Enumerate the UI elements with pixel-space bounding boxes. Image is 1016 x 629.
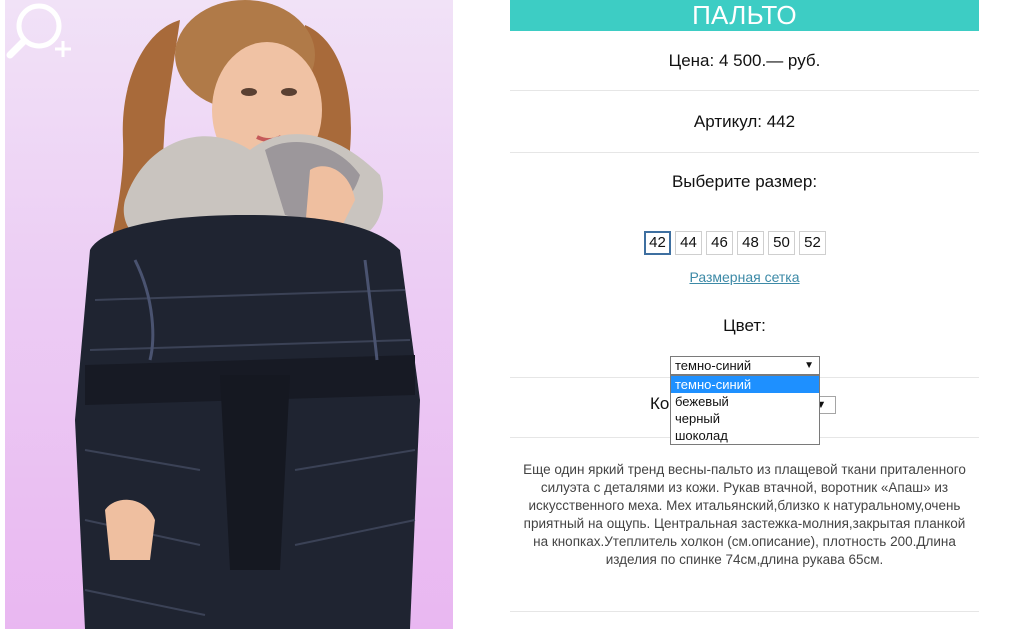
zoom-in-icon[interactable] bbox=[5, 0, 77, 62]
price: Цена: 4 500.— руб. bbox=[510, 31, 979, 91]
size-option-46[interactable]: 46 bbox=[706, 231, 733, 255]
color-title: Цвет: bbox=[723, 316, 766, 335]
color-option-dark-blue[interactable]: темно-синий bbox=[671, 376, 819, 393]
coat-illustration bbox=[75, 0, 420, 629]
product-details: ПАЛЬТО Цена: 4 500.— руб. Артикул: 442 В… bbox=[510, 0, 979, 629]
product-photo[interactable] bbox=[5, 0, 453, 629]
sku: Артикул: 442 bbox=[510, 91, 979, 153]
color-select-value: темно-синий bbox=[675, 358, 752, 373]
color-select[interactable]: темно-синий ▼ bbox=[670, 356, 820, 375]
size-option-50[interactable]: 50 bbox=[768, 231, 795, 255]
size-option-48[interactable]: 48 bbox=[737, 231, 764, 255]
size-option-52[interactable]: 52 bbox=[799, 231, 826, 255]
product-title: ПАЛЬТО bbox=[510, 0, 979, 31]
size-chart-link[interactable]: Размерная сетка bbox=[510, 269, 979, 285]
size-option-42[interactable]: 42 bbox=[644, 231, 671, 255]
color-option-chocolate[interactable]: шоколад bbox=[671, 427, 819, 444]
size-title: Выберите размер: bbox=[671, 172, 818, 191]
dropdown-arrow-icon: ▼ bbox=[804, 360, 814, 371]
product-description: Еще один яркий тренд весны-пальто из пла… bbox=[523, 462, 966, 567]
size-option-44[interactable]: 44 bbox=[675, 231, 702, 255]
color-option-black[interactable]: черный bbox=[671, 410, 819, 427]
color-dropdown-list: темно-синий бежевый черный шоколад bbox=[670, 375, 820, 445]
size-options: 42 44 46 48 50 52 bbox=[644, 231, 826, 255]
quantity-label: Ко bbox=[650, 394, 670, 413]
divider bbox=[510, 611, 979, 612]
color-option-beige[interactable]: бежевый bbox=[671, 393, 819, 410]
